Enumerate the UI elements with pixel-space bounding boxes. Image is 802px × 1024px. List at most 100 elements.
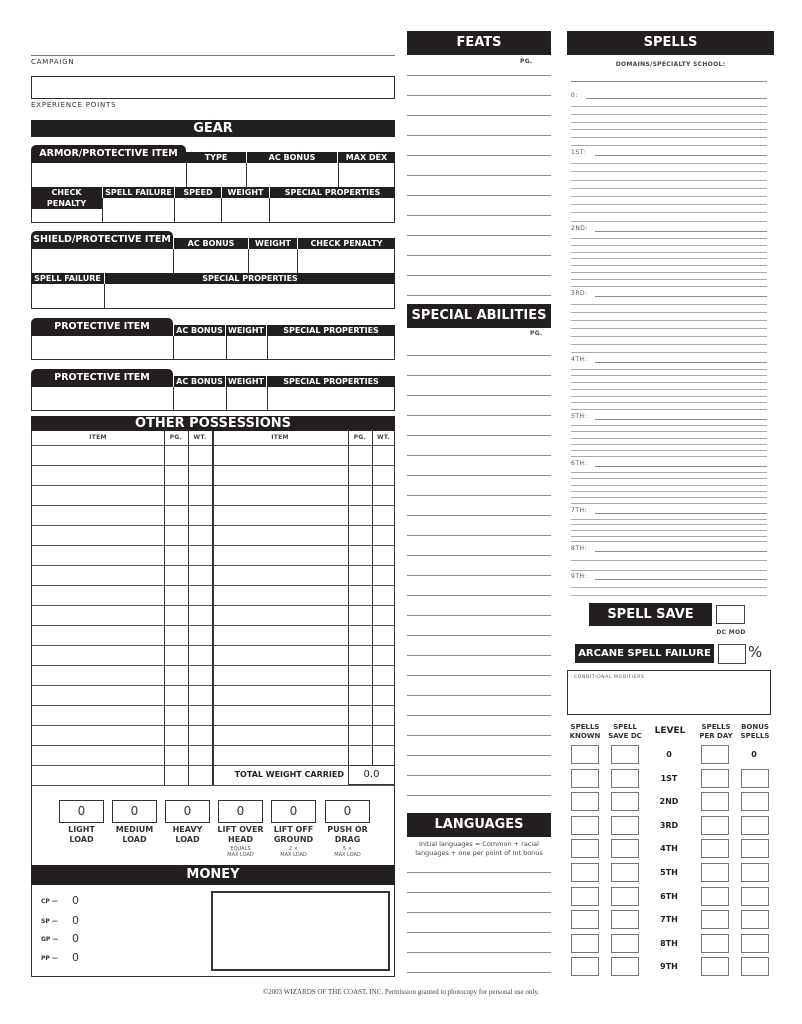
possession-item-field[interactable] [32,746,163,764]
bonus-spells-field[interactable] [741,816,769,835]
spell-line[interactable] [571,122,767,123]
spells-per-day-field[interactable] [701,745,729,764]
feat-line[interactable] [407,155,551,156]
spell-save-dc-field[interactable] [611,839,639,858]
special-ability-line[interactable] [407,415,551,416]
spell-save-dc-field[interactable] [611,863,639,882]
possession-item-field[interactable] [32,726,163,744]
spell-line[interactable] [571,188,767,189]
language-line[interactable] [407,892,551,893]
spells-per-day-field[interactable] [701,839,729,858]
spell-line[interactable] [571,369,767,370]
spell-line[interactable] [571,519,767,520]
spells-per-day-field[interactable] [701,910,729,929]
spells-known-field[interactable] [571,839,599,858]
load-value-field[interactable]: 0 [59,800,104,823]
spell-line[interactable] [595,579,767,580]
spell-line[interactable] [571,530,767,531]
possession-item-field[interactable] [213,666,347,684]
spell-line[interactable] [595,466,767,467]
special-ability-line[interactable] [407,655,551,656]
spell-line[interactable] [595,551,767,552]
spell-line[interactable] [571,541,767,542]
spell-save-dc-field[interactable] [611,934,639,953]
spell-line[interactable] [571,396,767,397]
spell-line[interactable] [571,129,767,130]
possession-item-field[interactable] [213,526,347,544]
spell-line[interactable] [571,560,767,561]
spell-line[interactable] [571,258,767,259]
special-ability-line[interactable] [407,675,551,676]
spell-line[interactable] [571,536,767,537]
spell-line[interactable] [571,595,767,596]
spell-line[interactable] [571,524,767,525]
possession-item-field[interactable] [32,766,163,784]
spell-line[interactable] [571,587,767,588]
bonus-spells-field[interactable] [741,934,769,953]
spells-known-field[interactable] [571,745,599,764]
special-ability-line[interactable] [407,635,551,636]
spell-line[interactable] [571,204,767,205]
spell-save-dc-field[interactable] [611,816,639,835]
spell-line[interactable] [571,425,767,426]
spell-line[interactable] [571,389,767,390]
feat-line[interactable] [407,215,551,216]
load-value-field[interactable]: 0 [271,800,316,823]
spell-line[interactable] [595,155,767,156]
spell-line[interactable] [595,362,767,363]
spell-line[interactable] [595,419,767,420]
possession-item-field[interactable] [32,546,163,564]
spells-per-day-field[interactable] [701,934,729,953]
spell-line[interactable] [595,513,767,514]
feat-line[interactable] [407,135,551,136]
possession-item-field[interactable] [213,566,347,584]
spell-line[interactable] [571,409,767,410]
spells-per-day-field[interactable] [701,887,729,906]
experience-points-field[interactable] [31,76,395,99]
spells-known-field[interactable] [571,934,599,953]
feat-line[interactable] [407,235,551,236]
spell-line[interactable] [571,272,767,273]
possession-item-field[interactable] [32,466,163,484]
spell-line[interactable] [571,344,767,345]
bonus-spells-field[interactable] [741,863,769,882]
spell-line[interactable] [571,114,767,115]
possession-item-field[interactable] [213,686,347,704]
spell-save-dc-field[interactable] [611,745,639,764]
possession-item-field[interactable] [213,746,347,764]
possession-item-field[interactable] [32,666,163,684]
bonus-spells-field[interactable] [741,957,769,976]
language-line[interactable] [407,932,551,933]
feat-line[interactable] [407,255,551,256]
special-ability-line[interactable] [407,515,551,516]
special-ability-line[interactable] [407,435,551,436]
possession-item-field[interactable] [213,546,347,564]
feat-line[interactable] [407,175,551,176]
total-weight-value[interactable]: 0.0 [348,765,395,785]
spell-line[interactable] [571,171,767,172]
spell-save-dc-field[interactable] [611,769,639,788]
special-ability-line[interactable] [407,475,551,476]
spells-per-day-field[interactable] [701,863,729,882]
special-ability-line[interactable] [407,395,551,396]
spell-line[interactable] [571,478,767,479]
special-ability-line[interactable] [407,775,551,776]
possession-item-field[interactable] [213,606,347,624]
possession-item-field[interactable] [32,506,163,524]
feat-line[interactable] [407,115,551,116]
spell-line[interactable] [571,382,767,383]
special-ability-line[interactable] [407,595,551,596]
possession-item-field[interactable] [213,706,347,724]
spell-line[interactable] [571,279,767,280]
spell-line[interactable] [571,497,767,498]
special-ability-line[interactable] [407,555,551,556]
bonus-spells-field[interactable] [741,839,769,858]
spell-line[interactable] [571,570,767,571]
possession-item-field[interactable] [32,526,163,544]
spell-line[interactable] [571,106,767,107]
possession-item-field[interactable] [32,686,163,704]
spell-line[interactable] [571,456,767,457]
bonus-spells-field[interactable] [741,887,769,906]
spell-line[interactable] [571,238,767,239]
language-line[interactable] [407,912,551,913]
